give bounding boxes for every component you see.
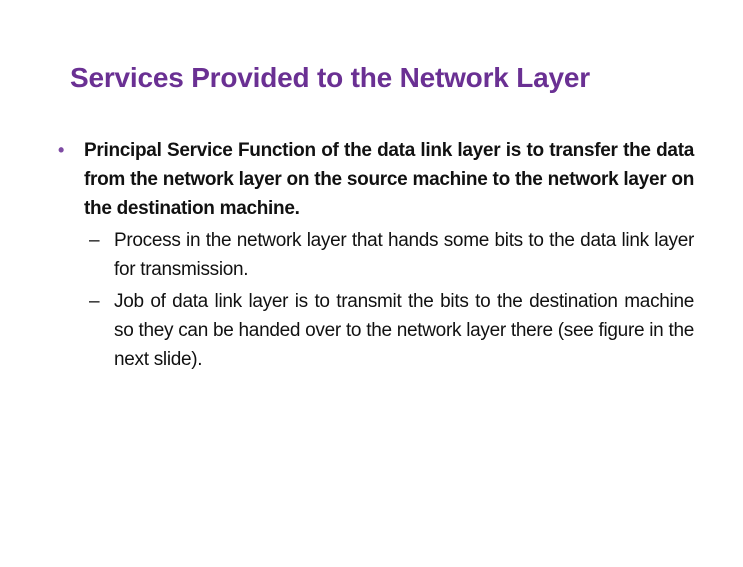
bullet-icon: • bbox=[58, 140, 65, 160]
bullet-item: • Principal Service Function of the data… bbox=[58, 136, 694, 223]
slide-title: Services Provided to the Network Layer bbox=[70, 62, 590, 93]
dash-icon: – bbox=[89, 291, 100, 312]
sub-bullet-text: Job of data link layer is to transmit th… bbox=[114, 291, 694, 370]
dash-icon: – bbox=[89, 230, 100, 251]
bullet-text: Principal Service Function of the data l… bbox=[84, 140, 694, 219]
slide-body: • Principal Service Function of the data… bbox=[58, 136, 694, 374]
sub-bullet-text: Process in the network layer that hands … bbox=[114, 230, 694, 280]
sub-bullet-item: – Job of data link layer is to transmit … bbox=[58, 287, 694, 374]
sub-bullet-item: – Process in the network layer that hand… bbox=[58, 226, 694, 284]
